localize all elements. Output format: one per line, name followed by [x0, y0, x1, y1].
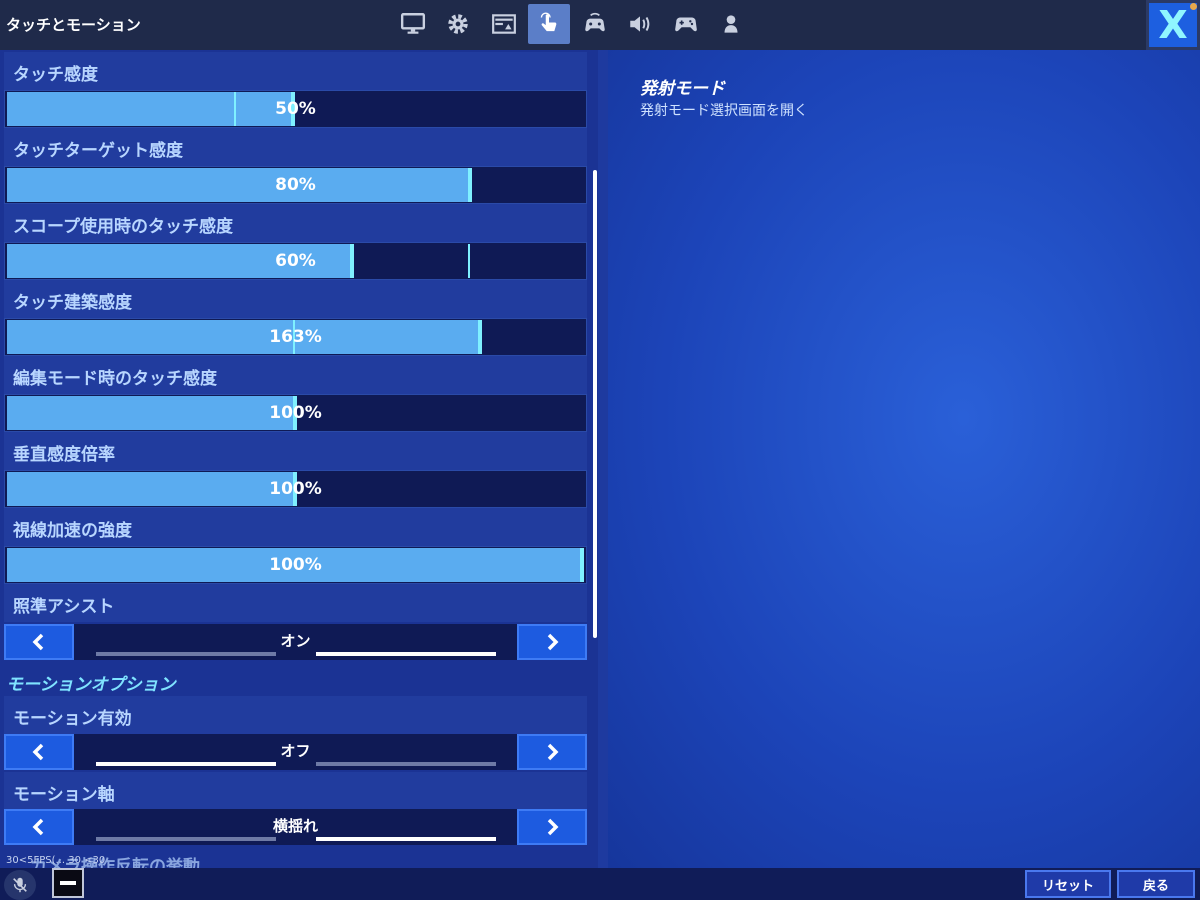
tab-game-settings[interactable] — [437, 4, 479, 44]
touch-icon — [540, 12, 557, 32]
motion-enabled-next-button[interactable] — [517, 734, 587, 770]
scope-touch-sensitivity-slider[interactable]: 60% — [4, 242, 587, 280]
tab-video[interactable] — [392, 4, 434, 44]
text-chat-button[interactable] — [52, 868, 84, 898]
aim-assist-selector: オン — [4, 624, 587, 660]
chevron-left-icon — [32, 633, 44, 651]
chevron-left-icon — [32, 818, 44, 836]
option-indicator — [96, 652, 276, 656]
setting-label: 視線加速の強度 — [13, 521, 132, 541]
chevron-right-icon — [547, 633, 559, 651]
vertical-sensitivity-multiplier-label-row: 垂直感度倍率 — [4, 432, 587, 470]
scope-touch-sensitivity-label-row: スコープ使用時のタッチ感度 — [4, 204, 587, 242]
back-button[interactable]: 戻る — [1117, 870, 1195, 898]
tab-account[interactable] — [710, 4, 752, 44]
option-indicator — [96, 837, 276, 841]
setting-label: タッチ感度 — [13, 65, 98, 85]
voice-chat-button[interactable] — [4, 870, 36, 900]
option-indicator — [96, 762, 276, 766]
game-ui-icon — [492, 14, 516, 34]
tab-controller[interactable] — [665, 4, 707, 44]
chevron-right-icon — [547, 743, 559, 761]
setting-label: タッチターゲット感度 — [13, 141, 183, 161]
slider-value: 60% — [275, 251, 316, 271]
tab-game-ui[interactable] — [483, 4, 525, 44]
speaker-icon — [630, 16, 650, 32]
setting-label: 照準アシスト — [13, 597, 115, 617]
description-panel: 発射モード 発射モード選択画面を開く — [608, 50, 1200, 868]
slider-value: 163% — [269, 327, 322, 347]
account-icon — [724, 15, 738, 33]
option-indicator — [316, 652, 496, 656]
page-title: タッチとモーション — [6, 16, 141, 34]
look-acceleration-strength-label-row: 視線加速の強度 — [4, 508, 587, 546]
setting-label: タッチ建築感度 — [13, 293, 132, 313]
fps-readout: 30<5FPS(... 30 <30 — [6, 855, 106, 866]
top-bar: タッチとモーション X — [0, 0, 1200, 50]
monitor-icon — [400, 13, 426, 34]
aim-assist-label-row: 照準アシスト — [4, 584, 587, 622]
slider-value: 50% — [275, 99, 316, 119]
slider-value: 100% — [269, 555, 322, 575]
touch-build-sensitivity-label-row: タッチ建築感度 — [4, 280, 587, 318]
gear-icon — [448, 14, 468, 34]
settings-list: タッチ感度 50% タッチターゲット感度 80% スコープ使用時のタッチ感度 6… — [0, 50, 598, 868]
motion-axis-selector: 横揺れ — [4, 809, 587, 845]
motion-axis-value: 横揺れ — [272, 817, 318, 835]
mic-muted-icon — [13, 877, 27, 893]
tab-wireless-controller[interactable] — [574, 4, 616, 44]
setting-label: スコープ使用時のタッチ感度 — [13, 217, 233, 237]
option-indicator — [316, 762, 496, 766]
setting-label: 編集モード時のタッチ感度 — [13, 369, 217, 389]
reset-button[interactable]: リセット — [1025, 870, 1111, 898]
aim-assist-next-button[interactable] — [517, 624, 587, 660]
gamepad-icon — [675, 17, 697, 32]
look-acceleration-strength-slider[interactable]: 100% — [4, 546, 587, 584]
touch-target-sensitivity-slider[interactable]: 80% — [4, 166, 587, 204]
touch-sensitivity-slider[interactable]: 50% — [4, 90, 587, 128]
motion-axis-prev-button[interactable] — [4, 809, 74, 845]
motion-enabled-label-row: モーション有効 — [4, 696, 587, 734]
controller-wireless-icon — [585, 12, 605, 32]
panel-divider — [598, 50, 608, 868]
aim-assist-value: オン — [280, 632, 311, 650]
close-icon: X — [1158, 3, 1188, 47]
edit-mode-touch-sensitivity-slider[interactable]: 100% — [4, 394, 587, 432]
scrollbar[interactable] — [593, 170, 597, 638]
aim-assist-prev-button[interactable] — [4, 624, 74, 660]
touch-sensitivity-label-row: タッチ感度 — [4, 52, 587, 90]
vertical-sensitivity-multiplier-slider[interactable]: 100% — [4, 470, 587, 508]
chevron-left-icon — [32, 743, 44, 761]
motion-axis-label-row: モーション軸 — [4, 772, 587, 810]
motion-enabled-prev-button[interactable] — [4, 734, 74, 770]
motion-enabled-selector: オフ — [4, 734, 587, 770]
touch-build-sensitivity-slider[interactable]: 163% — [4, 318, 587, 356]
slider-value: 80% — [275, 175, 316, 195]
chevron-right-icon — [547, 818, 559, 836]
slider-value: 100% — [269, 403, 322, 423]
minus-icon — [60, 881, 76, 885]
slider-value: 100% — [269, 479, 322, 499]
notification-dot — [1190, 3, 1197, 10]
setting-label: 垂直感度倍率 — [13, 445, 115, 465]
tab-touch-and-motion[interactable] — [528, 4, 570, 44]
edit-mode-touch-sensitivity-label-row: 編集モード時のタッチ感度 — [4, 356, 587, 394]
motion-options-section-title: モーションオプション — [6, 675, 176, 695]
tab-audio[interactable] — [619, 4, 661, 44]
motion-axis-next-button[interactable] — [517, 809, 587, 845]
description-title: 発射モード — [640, 79, 725, 99]
motion-enabled-value: オフ — [280, 742, 311, 760]
bottom-bar — [0, 868, 1200, 900]
option-indicator — [316, 837, 496, 841]
setting-label: モーション軸 — [13, 785, 115, 805]
description-text: 発射モード選択画面を開く — [640, 103, 808, 119]
setting-label: モーション有効 — [13, 709, 132, 729]
touch-target-sensitivity-label-row: タッチターゲット感度 — [4, 128, 587, 166]
